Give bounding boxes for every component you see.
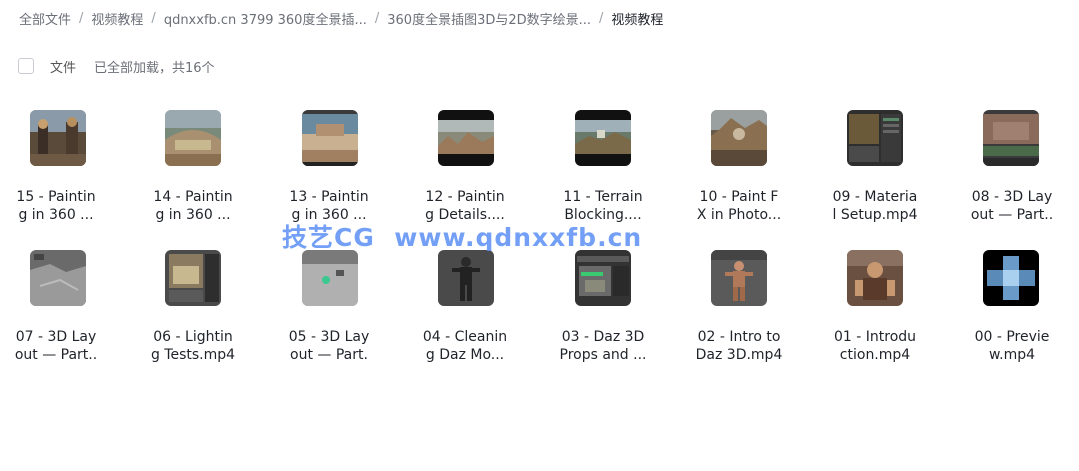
watermark-text: 技艺CG www.qdnxxfb.cn bbox=[282, 223, 643, 252]
file-name[interactable]: 03 - Daz 3D Props and ... bbox=[548, 328, 658, 364]
file-item[interactable]: 04 - Cleanin g Daz Mo... bbox=[410, 250, 520, 370]
file-item[interactable]: 15 - Paintin g in 360 ... bbox=[1, 110, 111, 230]
file-name[interactable]: 15 - Paintin g in 360 ... bbox=[1, 188, 111, 224]
video-thumbnail[interactable] bbox=[983, 110, 1039, 166]
file-item[interactable]: 07 - 3D Lay out — Part.. bbox=[1, 250, 111, 370]
video-thumbnail[interactable] bbox=[711, 250, 767, 306]
file-item[interactable]: 10 - Paint F X in Photo... bbox=[684, 110, 794, 230]
file-item[interactable]: 12 - Paintin g Details.... bbox=[410, 110, 520, 230]
video-thumbnail[interactable] bbox=[438, 110, 494, 166]
video-thumbnail[interactable] bbox=[847, 110, 903, 166]
video-thumbnail[interactable] bbox=[302, 250, 358, 306]
file-item[interactable]: 05 - 3D Lay out — Part. bbox=[274, 250, 384, 370]
video-thumbnail[interactable] bbox=[30, 110, 86, 166]
file-name[interactable]: 01 - Introdu ction.mp4 bbox=[820, 328, 930, 364]
video-thumbnail[interactable] bbox=[165, 110, 221, 166]
file-item[interactable]: 08 - 3D Lay out — Part.. bbox=[957, 110, 1067, 230]
file-item[interactable]: 02 - Intro to Daz 3D.mp4 bbox=[684, 250, 794, 370]
file-item[interactable]: 14 - Paintin g in 360 ... bbox=[138, 110, 248, 230]
file-name[interactable]: 00 - Previe w.mp4 bbox=[957, 328, 1067, 364]
file-item[interactable]: 13 - Paintin g in 360 ... bbox=[274, 110, 384, 230]
video-thumbnail[interactable] bbox=[438, 250, 494, 306]
video-thumbnail[interactable] bbox=[847, 250, 903, 306]
file-item[interactable]: 03 - Daz 3D Props and ... bbox=[548, 250, 658, 370]
video-thumbnail[interactable] bbox=[575, 250, 631, 306]
file-name[interactable]: 09 - Materia l Setup.mp4 bbox=[820, 188, 930, 224]
file-item[interactable]: 00 - Previe w.mp4 bbox=[957, 250, 1067, 370]
video-thumbnail[interactable] bbox=[983, 250, 1039, 306]
file-item[interactable]: 01 - Introdu ction.mp4 bbox=[820, 250, 930, 370]
file-name[interactable]: 07 - 3D Lay out — Part.. bbox=[1, 328, 111, 364]
file-item[interactable]: 06 - Lightin g Tests.mp4 bbox=[138, 250, 248, 370]
file-name[interactable]: 04 - Cleanin g Daz Mo... bbox=[410, 328, 520, 364]
file-item[interactable]: 11 - Terrain Blocking.... bbox=[548, 110, 658, 230]
file-name[interactable]: 14 - Paintin g in 360 ... bbox=[138, 188, 248, 224]
file-name[interactable]: 06 - Lightin g Tests.mp4 bbox=[138, 328, 248, 364]
file-name[interactable]: 02 - Intro to Daz 3D.mp4 bbox=[684, 328, 794, 364]
file-name[interactable]: 05 - 3D Lay out — Part. bbox=[274, 328, 384, 364]
file-item[interactable]: 09 - Materia l Setup.mp4 bbox=[820, 110, 930, 230]
video-thumbnail[interactable] bbox=[165, 250, 221, 306]
video-thumbnail[interactable] bbox=[30, 250, 86, 306]
video-thumbnail[interactable] bbox=[711, 110, 767, 166]
file-name[interactable]: 08 - 3D Lay out — Part.. bbox=[957, 188, 1067, 224]
video-thumbnail[interactable] bbox=[302, 110, 358, 166]
file-name[interactable]: 10 - Paint F X in Photo... bbox=[684, 188, 794, 224]
video-thumbnail[interactable] bbox=[575, 110, 631, 166]
